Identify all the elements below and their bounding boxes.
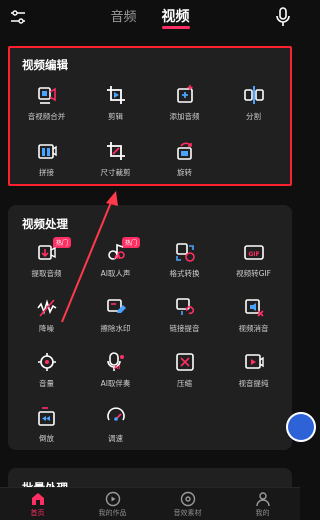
tool-compress[interactable]: 压缩 bbox=[150, 351, 219, 393]
tool-video-to-gif[interactable]: 视频转GIF bbox=[219, 241, 288, 283]
tool-label: 音视频合并 bbox=[27, 112, 66, 121]
video-edit-card: 视频编辑 音视频合并 剪辑 添加音频 分割 拼接 尺寸裁剪 旋转 bbox=[8, 46, 292, 186]
tool-format-convert[interactable]: 格式转换 bbox=[150, 241, 219, 283]
compress-icon bbox=[175, 353, 194, 371]
splice-icon bbox=[37, 144, 57, 159]
tool-label: 视频转GIF bbox=[236, 269, 271, 278]
extract-audio-icon bbox=[37, 245, 56, 260]
tool-volume[interactable]: 音量 bbox=[12, 351, 81, 393]
tool-label: 添加音频 bbox=[169, 112, 200, 121]
section-title: 视频处理 bbox=[22, 217, 68, 231]
purify-icon bbox=[244, 354, 264, 369]
link-audio-icon bbox=[175, 298, 194, 316]
tool-label: 提取音频 bbox=[31, 269, 62, 278]
top-bar: 音频 视频 bbox=[0, 0, 300, 36]
tool-merge-av[interactable]: 音视频合并 bbox=[12, 84, 81, 126]
add-audio-icon bbox=[176, 84, 193, 103]
section-title: 视频编辑 bbox=[22, 58, 68, 72]
speed-icon bbox=[106, 407, 125, 422]
nav-label: 我的作品 bbox=[98, 509, 127, 517]
tool-rotate[interactable]: 旋转 bbox=[150, 140, 219, 182]
ai-tag: AI bbox=[114, 255, 121, 261]
volume-icon bbox=[36, 352, 57, 372]
tool-denoise[interactable]: 降噪 bbox=[12, 296, 81, 338]
video-process-card: 视频处理 热门 提取音频 热门 AI AI取人声 格式转换 视频转GIF 降噪 … bbox=[8, 205, 292, 450]
nav-label: 我的 bbox=[255, 509, 270, 517]
tool-label: 调速 bbox=[108, 434, 123, 443]
bottom-nav: 首页 我的作品 音效素材 我的 bbox=[0, 487, 300, 520]
erase-watermark-icon bbox=[106, 299, 127, 314]
tool-split[interactable]: 分割 bbox=[219, 84, 288, 126]
crop-play-icon bbox=[105, 85, 126, 105]
tool-mute-video[interactable]: 视频消音 bbox=[219, 296, 288, 338]
tool-label: 尺寸裁剪 bbox=[100, 168, 131, 177]
tool-cut[interactable]: 剪辑 bbox=[81, 84, 150, 126]
tab-audio[interactable]: 音频 bbox=[110, 6, 136, 25]
tool-speed[interactable]: 调速 bbox=[81, 406, 150, 448]
tab-video[interactable]: 视频 bbox=[161, 6, 190, 29]
size-crop-icon bbox=[105, 141, 126, 161]
tool-label: 旋转 bbox=[177, 168, 192, 177]
tool-label: 分割 bbox=[246, 112, 261, 121]
gif-icon bbox=[243, 245, 264, 260]
home-icon bbox=[31, 493, 44, 505]
format-convert-icon bbox=[175, 243, 195, 262]
reverse-icon bbox=[37, 407, 55, 426]
tool-label: 倒放 bbox=[39, 434, 54, 443]
mute-video-icon bbox=[244, 299, 264, 317]
split-icon bbox=[243, 85, 264, 105]
tool-label: 剪辑 bbox=[108, 112, 123, 121]
tool-ai-accompaniment[interactable]: AI AI取伴奏 bbox=[81, 351, 150, 393]
merge-av-icon bbox=[37, 87, 56, 104]
tool-label: 压缩 bbox=[177, 379, 192, 388]
tool-label: 音量 bbox=[39, 379, 54, 388]
tool-splice[interactable]: 拼接 bbox=[12, 140, 81, 182]
profile-icon bbox=[255, 492, 270, 507]
tool-ai-vocal[interactable]: 热门 AI AI取人声 bbox=[81, 237, 150, 283]
play-circle-icon bbox=[105, 491, 120, 507]
music-disc-icon bbox=[180, 491, 195, 507]
tool-extract-audio[interactable]: 热门 提取音频 bbox=[12, 237, 81, 283]
nav-sound-library[interactable]: 音效素材 bbox=[150, 488, 225, 520]
nav-my-works[interactable]: 我的作品 bbox=[75, 488, 150, 520]
denoise-icon bbox=[36, 299, 57, 317]
tool-label: 链接提音 bbox=[169, 324, 200, 333]
microphone-icon[interactable] bbox=[276, 7, 290, 27]
tool-erase-watermark[interactable]: 擦除水印 bbox=[81, 296, 150, 338]
floating-assistant-button[interactable] bbox=[286, 412, 316, 442]
tool-label: 视频消音 bbox=[238, 324, 269, 333]
tool-label: 格式转换 bbox=[169, 269, 200, 278]
tool-purify[interactable]: 视音提纯 bbox=[219, 351, 288, 393]
rotate-icon bbox=[176, 142, 192, 160]
tool-size-crop[interactable]: 尺寸裁剪 bbox=[81, 140, 150, 182]
tool-reverse[interactable]: 倒放 bbox=[12, 406, 81, 448]
nav-home[interactable]: 首页 bbox=[0, 488, 75, 520]
nav-profile[interactable]: 我的 bbox=[225, 488, 300, 520]
tool-label: AI取伴奏 bbox=[100, 379, 131, 388]
nav-label: 首页 bbox=[30, 509, 45, 517]
media-tabs: 音频 视频 bbox=[0, 6, 300, 29]
video-process-grid: 热门 提取音频 热门 AI AI取人声 格式转换 视频转GIF 降噪 擦除水印 bbox=[12, 237, 288, 448]
tool-link-audio[interactable]: 链接提音 bbox=[150, 296, 219, 338]
tool-label: 视音提纯 bbox=[238, 379, 269, 388]
tool-label: 拼接 bbox=[39, 168, 54, 177]
tool-label: 降噪 bbox=[39, 324, 54, 333]
tool-label: 擦除水印 bbox=[100, 324, 131, 333]
video-edit-grid: 音视频合并 剪辑 添加音频 分割 拼接 尺寸裁剪 旋转 bbox=[12, 84, 288, 182]
ai-tag: AI bbox=[114, 365, 121, 371]
tool-label: AI取人声 bbox=[100, 269, 131, 278]
nav-label: 音效素材 bbox=[173, 509, 202, 517]
tool-add-audio[interactable]: 添加音频 bbox=[150, 84, 219, 126]
